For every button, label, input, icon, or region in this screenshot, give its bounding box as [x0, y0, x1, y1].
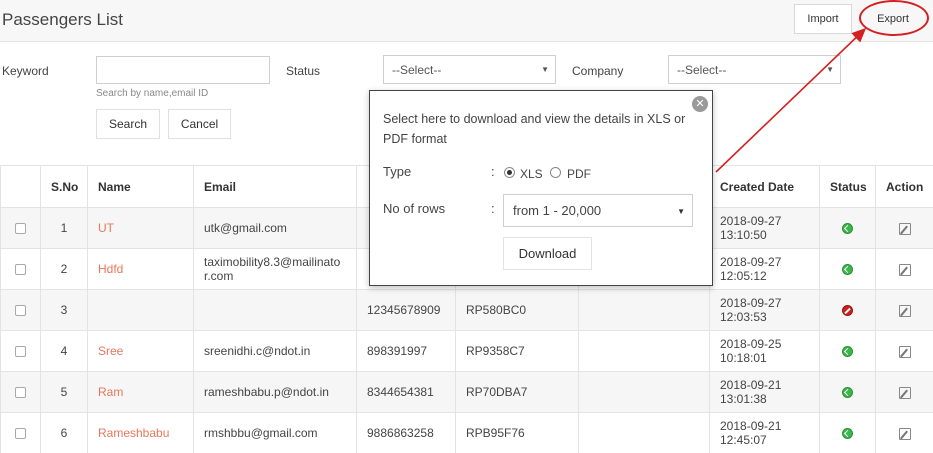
- annotation-arrow: [715, 27, 867, 173]
